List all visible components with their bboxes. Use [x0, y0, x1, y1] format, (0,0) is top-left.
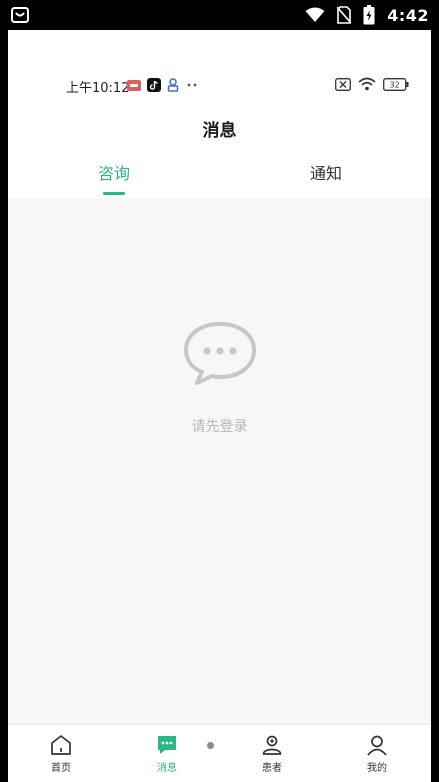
header: 上午10:12 32 消息 咨询 通知: [8, 30, 431, 198]
empty-state-text: 请先登录: [191, 419, 248, 435]
wifi-icon: [305, 7, 325, 22]
nav-messages-label: 消息: [157, 763, 177, 774]
battery-icon: [363, 5, 375, 25]
battery-level-text: 32: [390, 80, 400, 89]
tiktok-icon: [147, 78, 161, 92]
inner-clock: 上午10:12: [66, 81, 130, 96]
nav-home[interactable]: 首页: [31, 733, 91, 774]
bag-icon: [11, 7, 29, 23]
nav-patients-label: 患者: [262, 763, 282, 774]
profile-icon: [367, 735, 387, 756]
notification-badges: [127, 78, 199, 92]
system-status-right: 4:42: [305, 0, 429, 30]
tab-notifications[interactable]: 通知: [310, 160, 342, 184]
bottom-navigation: 首页 消息 患者 我的: [8, 724, 431, 782]
app-screen: 上午10:12 32 消息 咨询 通知 请先登录 首页 消息 患者 我的: [8, 30, 431, 782]
inner-status-bar: 上午10:12 32: [8, 74, 431, 98]
no-sim-icon: [337, 6, 352, 24]
chat-bubble-icon: [184, 322, 256, 385]
sim-x-icon: [335, 77, 351, 91]
nav-dot-indicator: [207, 742, 214, 749]
tab-consult[interactable]: 咨询: [98, 160, 130, 184]
active-tab-indicator: [103, 192, 125, 195]
nav-profile-label: 我的: [367, 763, 387, 774]
nav-home-label: 首页: [51, 763, 71, 774]
inner-status-right: 32: [335, 77, 409, 91]
message-icon: [158, 736, 176, 754]
nav-profile[interactable]: 我的: [347, 733, 407, 774]
page-title: 消息: [202, 121, 237, 141]
system-clock: 4:42: [387, 5, 429, 25]
system-status-bar: 4:42: [0, 0, 439, 30]
patient-icon: [262, 735, 282, 755]
battery-icon: 32: [383, 77, 409, 91]
app-notification-icon: [167, 78, 179, 92]
tab-bar: 咨询 通知: [8, 160, 431, 198]
wifi-icon: [358, 77, 376, 91]
nav-messages[interactable]: 消息: [137, 733, 197, 774]
home-icon: [51, 735, 71, 755]
message-badge-icon: [127, 79, 141, 91]
nav-patients[interactable]: 患者: [242, 733, 302, 774]
more-dots-icon: [187, 83, 197, 87]
